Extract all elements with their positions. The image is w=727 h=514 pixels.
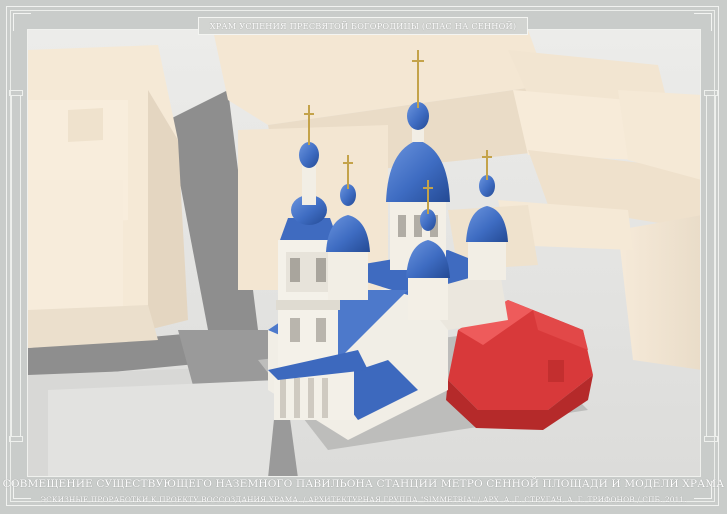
church-model-render xyxy=(28,30,700,476)
title-plate: ХРАМ УСПЕНИЯ ПРЕСВЯТОЙ БОГОРОДИЦЫ (СПАС … xyxy=(198,17,528,35)
right-pilaster-ornament xyxy=(704,90,718,442)
render-image xyxy=(27,29,701,477)
left-buildings xyxy=(28,45,188,348)
main-caption: СОВМЕЩЕНИЕ СУЩЕСТВУЮЩЕГО НАЗЕМНОГО ПАВИЛ… xyxy=(2,478,725,490)
left-pilaster-ornament xyxy=(9,90,23,442)
sub-caption: ЭСКИЗНЫЕ ПРОРАБОТКИ К ПРОЕКТУ ВОССОЗДАНИ… xyxy=(40,495,687,504)
presentation-sheet: ХРАМ УСПЕНИЯ ПРЕСВЯТОЙ БОГОРОДИЦЫ (СПАС … xyxy=(0,0,727,514)
page-title: ХРАМ УСПЕНИЯ ПРЕСВЯТОЙ БОГОРОДИЦЫ (СПАС … xyxy=(209,21,517,31)
